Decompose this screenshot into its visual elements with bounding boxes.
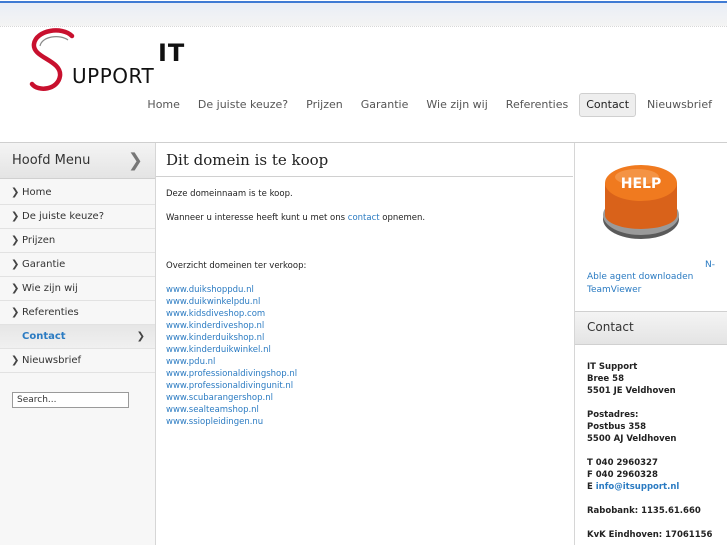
email-link[interactable]: info@itsupport.nl xyxy=(596,482,680,492)
interest-text: Wanneer u interesse heeft kunt u met ons… xyxy=(166,212,563,224)
postal-label: Postadres: xyxy=(587,410,639,420)
domain-link[interactable]: www.professionaldivingshop.nl xyxy=(166,368,563,380)
arrow-right-icon: ❯ xyxy=(11,355,20,366)
topnav-garantie[interactable]: Garantie xyxy=(354,93,416,117)
sidebar-item-wie-zijn-wij[interactable]: ❯ Wie zijn wij xyxy=(0,277,155,301)
topnav-de-juiste-keuze[interactable]: De juiste keuze? xyxy=(191,93,295,117)
help-button-icon[interactable]: HELP xyxy=(593,157,689,243)
agent-download-link[interactable]: Able agent downloaden xyxy=(587,271,693,283)
interest-text-after: opnemen. xyxy=(379,213,426,223)
arrow-right-icon: ❯ xyxy=(11,211,20,222)
domain-link[interactable]: www.sealteamshop.nl xyxy=(166,404,563,416)
arrow-right-icon: ❯ xyxy=(11,283,20,294)
top-accent-bar xyxy=(0,0,727,27)
main-body: Deze domeinnaam is te koop. Wanneer u in… xyxy=(156,177,573,439)
page-title: Dit domein is te koop xyxy=(166,151,329,169)
domain-link[interactable]: www.ssiopleidingen.nu xyxy=(166,416,563,428)
arrow-right-icon: ❯ xyxy=(11,235,20,246)
logo-it-text: IT xyxy=(158,39,186,67)
domain-link[interactable]: www.professionaldivingunit.nl xyxy=(166,380,563,392)
sidebar-item-label: Contact xyxy=(22,331,66,342)
contact-header: Contact xyxy=(575,311,727,345)
overview-label: Overzicht domeinen ter verkoop: xyxy=(166,261,307,271)
sidebar-item-label: Home xyxy=(22,187,52,198)
email-prefix: E xyxy=(587,482,596,492)
city-address: 5501 JE Veldhoven xyxy=(587,386,676,396)
contact-info: IT Support Bree 58 5501 JE Veldhoven Pos… xyxy=(587,361,727,541)
sidebar-item-label: De juiste keuze? xyxy=(22,211,105,222)
postbus: Postbus 358 xyxy=(587,422,647,432)
bank-account: Rabobank: 1135.61.660 xyxy=(587,506,701,516)
sidebar-item-de-juiste-keuze[interactable]: ❯ De juiste keuze? xyxy=(0,205,155,229)
main-content: Dit domein is te koop Deze domeinnaam is… xyxy=(156,143,573,545)
logo-s-swoosh-icon xyxy=(29,28,75,91)
domain-link[interactable]: www.duikwinkelpdu.nl xyxy=(166,296,563,308)
sidebar: Hoofd Menu ❯ ❯ Home ❯ De juiste keuze? ❯ Pr… xyxy=(0,143,156,545)
fax: F 040 2960328 xyxy=(587,470,658,480)
sidebar-item-prijzen[interactable]: ❯ Prijzen xyxy=(0,229,155,253)
right-sidebar: HELP N- Able agent downloaden TeamViewer… xyxy=(574,143,727,545)
help-button-label: HELP xyxy=(621,176,661,192)
topnav-nieuwsbrief[interactable]: Nieuwsbrief xyxy=(640,93,719,117)
search-input[interactable] xyxy=(12,392,129,408)
sidebar-header: Hoofd Menu ❯ xyxy=(0,143,155,179)
logo-support-text: UPPORT xyxy=(72,64,155,88)
domain-link[interactable]: www.kidsdiveshop.com xyxy=(166,308,563,320)
intro-text: Deze domeinnaam is te koop. xyxy=(166,189,293,199)
domain-link[interactable]: www.kinderduikwinkel.nl xyxy=(166,344,563,356)
sidebar-item-label: Nieuwsbrief xyxy=(22,355,82,366)
domain-link[interactable]: www.kinderduikshop.nl xyxy=(166,332,563,344)
interest-text-before: Wanneer u interesse heeft kunt u met ons xyxy=(166,213,348,223)
street-address: Bree 58 xyxy=(587,374,624,384)
topnav-wie-zijn-wij[interactable]: Wie zijn wij xyxy=(419,93,494,117)
sidebar-item-label: Garantie xyxy=(22,259,66,270)
arrow-right-icon: ❯ xyxy=(136,331,145,342)
domain-link[interactable]: www.scubarangershop.nl xyxy=(166,392,563,404)
arrow-right-icon: ❯ xyxy=(11,259,20,270)
sidebar-item-nieuwsbrief[interactable]: ❯ Nieuwsbrief xyxy=(0,349,155,373)
agent-download-link-n[interactable]: N- xyxy=(587,259,715,271)
sidebar-item-referenties[interactable]: ❯ Referenties xyxy=(0,301,155,325)
domain-link[interactable]: www.pdu.nl xyxy=(166,356,563,368)
sidebar-item-garantie[interactable]: ❯ Garantie xyxy=(0,253,155,277)
company-name: IT Support xyxy=(587,362,638,372)
topnav-home[interactable]: Home xyxy=(140,93,186,117)
sidebar-item-home[interactable]: ❯ Home xyxy=(0,181,155,205)
telephone: T 040 2960327 xyxy=(587,458,658,468)
main-header: Dit domein is te koop xyxy=(156,143,573,177)
sidebar-item-contact[interactable]: Contact ❯ xyxy=(0,325,155,349)
email-line: E info@itsupport.nl xyxy=(587,481,727,493)
sidebar-item-label: Prijzen xyxy=(22,235,56,246)
kvk-number: KvK Eindhoven: 17061156 xyxy=(587,530,713,540)
chevron-right-icon: ❯ xyxy=(127,150,143,171)
contact-title: Contact xyxy=(587,320,634,334)
topnav-prijzen[interactable]: Prijzen xyxy=(299,93,350,117)
sidebar-menu: ❯ Home ❯ De juiste keuze? ❯ Prijzen ❯ Garant… xyxy=(0,179,155,373)
domain-list: www.duikshoppdu.nl www.duikwinkelpdu.nl … xyxy=(166,284,563,428)
domain-link[interactable]: www.duikshoppdu.nl xyxy=(166,284,563,296)
arrow-right-icon: ❯ xyxy=(11,187,20,198)
arrow-right-icon: ❯ xyxy=(11,307,20,318)
topnav-contact[interactable]: Contact xyxy=(579,93,637,117)
topnav-referenties[interactable]: Referenties xyxy=(499,93,575,117)
it-support-logo[interactable]: IT UPPORT xyxy=(28,28,198,96)
top-navigation: Home De juiste keuze? Prijzen Garantie W… xyxy=(136,93,719,117)
sidebar-item-label: Referenties xyxy=(22,307,79,318)
contact-link[interactable]: contact xyxy=(348,213,380,223)
sidebar-item-label: Wie zijn wij xyxy=(22,283,78,294)
teamviewer-link[interactable]: TeamViewer xyxy=(587,284,641,296)
domain-link[interactable]: www.kinderdiveshop.nl xyxy=(166,320,563,332)
sidebar-title: Hoofd Menu xyxy=(12,153,91,168)
postal-city: 5500 AJ Veldhoven xyxy=(587,434,677,444)
